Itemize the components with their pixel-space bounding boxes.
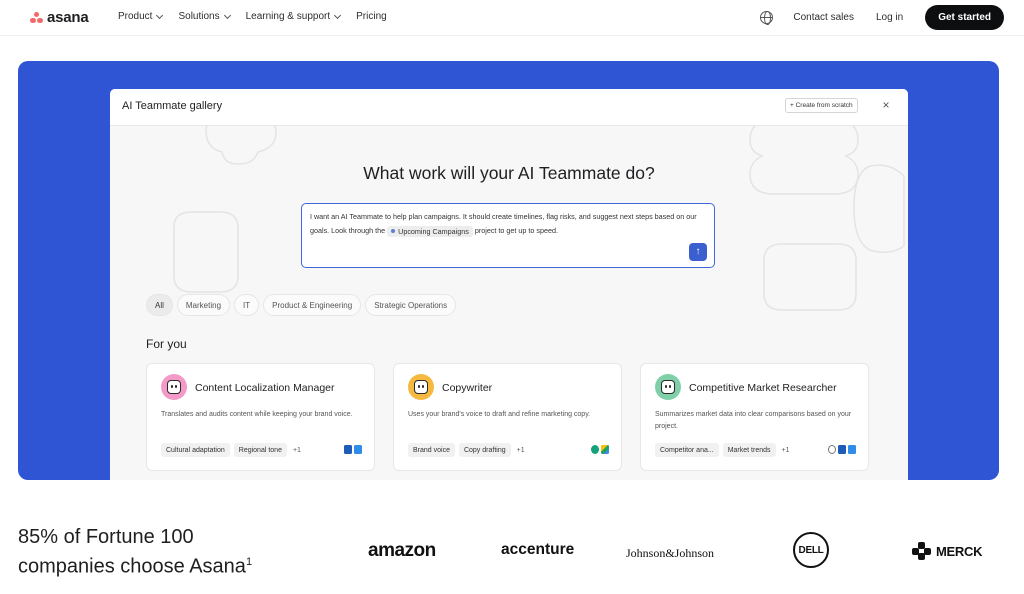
modal-header: AI Teammate gallery + Create from scratc… <box>110 89 908 126</box>
logo-text: asana <box>47 9 89 26</box>
more-tags-count: +1 <box>781 446 790 454</box>
section-title: For you <box>146 337 187 351</box>
amazon-logo: amazon <box>368 540 436 561</box>
top-nav: asana Product Solutions Learning & suppo… <box>0 0 1024 36</box>
close-icon[interactable]: × <box>880 99 892 111</box>
prompt-text-after: project to get up to speed. <box>474 226 558 235</box>
send-button[interactable]: ↑ <box>689 243 707 261</box>
card-description: Summarizes market data into clear compar… <box>655 411 852 430</box>
chevron-down-icon <box>334 11 342 19</box>
card-description: Uses your brand's voice to draft and ref… <box>408 411 591 418</box>
accenture-logo: accenture <box>501 541 575 558</box>
card-tags: Competitor ana... Market trends +1 <box>655 443 789 457</box>
teammate-card-copywriter[interactable]: Copywriter Uses your brand's voice to dr… <box>393 363 622 471</box>
card-tags: Brand voice Copy drafting +1 <box>408 443 525 457</box>
fortune-line-2-text: companies choose Asana <box>18 555 246 578</box>
tag: Cultural adaptation <box>161 443 230 457</box>
teammate-avatar-icon <box>655 374 681 400</box>
filter-strategic-operations[interactable]: Strategic Operations <box>365 294 457 316</box>
fortune-line-2: companies choose Asana1 <box>18 550 252 580</box>
docs-icon <box>354 445 362 454</box>
drive-icon <box>601 445 609 454</box>
nav-item-pricing[interactable]: Pricing <box>356 11 387 22</box>
teammate-avatar-icon <box>161 374 187 400</box>
asana-logo-icon <box>30 11 43 24</box>
sharepoint-icon <box>591 445 599 454</box>
teammate-card-content-localization[interactable]: Content Localization Manager Translates … <box>146 363 375 471</box>
nav-item-learning[interactable]: Learning & support <box>245 11 342 22</box>
create-from-scratch-button[interactable]: + Create from scratch <box>785 98 858 113</box>
ai-teammate-gallery-modal: AI Teammate gallery + Create from scratc… <box>110 89 908 480</box>
integration-icons <box>591 445 609 454</box>
dell-logo: DELL <box>793 532 829 568</box>
globe-icon[interactable] <box>760 11 774 25</box>
filter-marketing[interactable]: Marketing <box>176 294 231 316</box>
fortune-headline: 85% of Fortune 100 companies choose Asan… <box>18 525 252 580</box>
project-chip-label: Upcoming Campaigns <box>398 226 469 236</box>
fortune-line-1: 85% of Fortune 100 <box>18 526 194 548</box>
modal-title: AI Teammate gallery <box>122 100 223 112</box>
more-tags-count: +1 <box>292 446 301 454</box>
tag: Brand voice <box>408 443 455 457</box>
tag: Regional tone <box>233 443 287 457</box>
card-title: Content Localization Manager <box>195 382 335 394</box>
nav-item-solutions[interactable]: Solutions <box>178 11 231 22</box>
card-title: Competitive Market Researcher <box>689 382 837 394</box>
prompt-input[interactable]: I want an AI Teammate to help plan campa… <box>301 203 715 268</box>
outlook-icon <box>344 445 352 454</box>
chevron-down-icon <box>223 11 231 19</box>
more-tags-count: +1 <box>516 446 525 454</box>
nav-item-label: Learning & support <box>245 11 331 22</box>
filter-product-engineering[interactable]: Product & Engineering <box>263 294 362 316</box>
tag: Copy drafting <box>458 443 511 457</box>
project-dot-icon <box>391 229 396 233</box>
nav-item-label: Pricing <box>356 11 387 22</box>
johnson-johnson-logo: Johnson&Johnson <box>626 546 715 560</box>
merck-mark-icon <box>912 542 932 560</box>
filter-all[interactable]: All <box>146 294 173 316</box>
filter-it[interactable]: IT <box>234 294 260 316</box>
merck-logo: MERCK <box>912 542 982 560</box>
outlook-icon <box>838 445 846 454</box>
get-started-button[interactable]: Get started <box>925 5 1004 30</box>
tag: Competitor ana... <box>655 443 719 457</box>
nav-menu: Product Solutions Learning & support Pri… <box>118 11 387 22</box>
nav-actions: Contact sales Log in Get started <box>760 5 1004 30</box>
project-chip[interactable]: Upcoming Campaigns <box>387 225 473 237</box>
footnote-marker: 1 <box>245 556 253 568</box>
nav-item-label: Solutions <box>178 11 220 22</box>
category-filters: All Marketing IT Product & Engineering S… <box>146 294 457 316</box>
contact-sales-link[interactable]: Contact sales <box>793 12 854 23</box>
docs-icon <box>848 445 856 454</box>
nav-item-label: Product <box>118 11 153 22</box>
chevron-down-icon <box>156 11 164 19</box>
teammate-avatar-icon <box>408 374 434 400</box>
card-title: Copywriter <box>442 382 493 394</box>
card-tags: Cultural adaptation Regional tone +1 <box>161 443 301 457</box>
asana-logo[interactable]: asana <box>30 9 89 26</box>
tag: Market trends <box>722 443 776 457</box>
web-icon <box>828 445 836 454</box>
arrow-up-icon: ↑ <box>695 246 701 257</box>
integration-icons <box>828 445 856 454</box>
hero-banner: AI Teammate gallery + Create from scratc… <box>18 61 999 480</box>
teammate-card-competitive-market-researcher[interactable]: Competitive Market Researcher Summarizes… <box>640 363 869 471</box>
login-link[interactable]: Log in <box>876 12 903 23</box>
card-description: Translates and audits content while keep… <box>161 411 353 418</box>
prompt-heading: What work will your AI Teammate do? <box>363 163 655 183</box>
merck-text: MERCK <box>936 543 983 559</box>
integration-icons <box>344 445 362 454</box>
nav-item-product[interactable]: Product <box>118 11 164 22</box>
